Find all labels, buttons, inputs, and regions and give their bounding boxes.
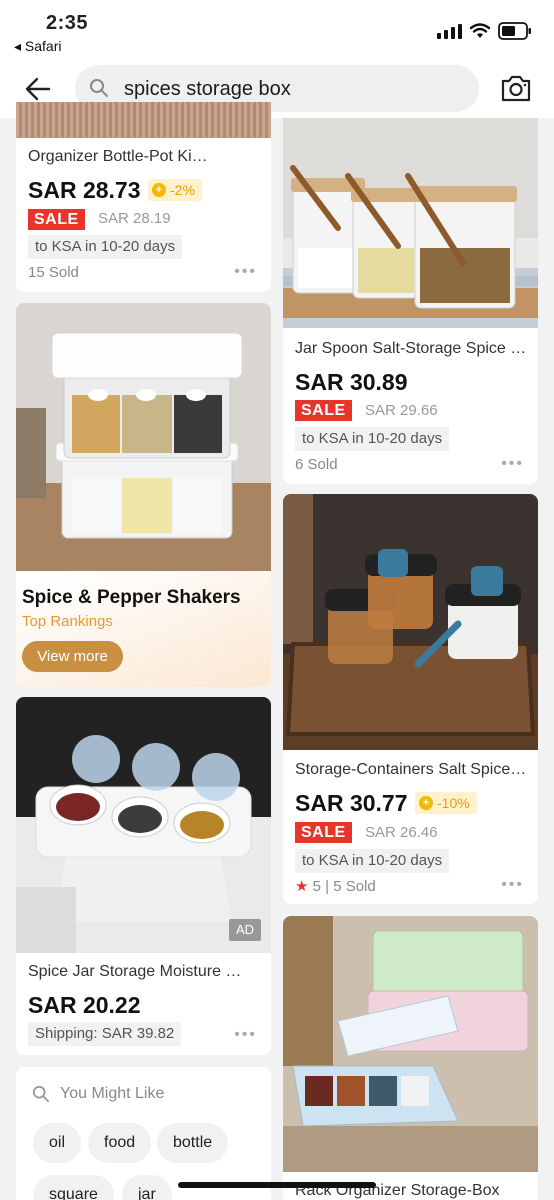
product-image bbox=[283, 494, 538, 750]
shipping-info: to KSA in 10-20 days bbox=[295, 427, 450, 451]
product-title: Organizer Bottle-Pot Kitchen bbox=[28, 148, 210, 165]
shipping-info: Shipping: SAR 39.82 bbox=[28, 1022, 182, 1046]
suggestion-chip[interactable]: jar bbox=[122, 1175, 172, 1200]
promo-card[interactable]: Spice & Pepper Shakers Top Rankings View… bbox=[16, 303, 271, 687]
old-price: SAR 29.66 bbox=[365, 402, 438, 419]
sold-count: 15 Sold bbox=[28, 264, 79, 281]
product-price: SAR 30.77 bbox=[295, 790, 408, 816]
back-arrow-icon[interactable] bbox=[22, 72, 56, 106]
search-icon bbox=[32, 1085, 50, 1103]
product-card[interactable]: AD Spice Jar Storage Moisture Proof SAR … bbox=[16, 697, 271, 1055]
coin-icon: + bbox=[419, 796, 433, 810]
rating-and-sold: ★ 5 | 5 Sold bbox=[295, 877, 376, 895]
coin-icon: + bbox=[152, 183, 166, 197]
view-more-button[interactable]: View more bbox=[22, 641, 123, 672]
suggestion-chip[interactable]: square bbox=[33, 1175, 114, 1200]
product-card[interactable]: Rack Organizer Storage-Box bbox=[283, 916, 538, 1200]
rating-value: 5 bbox=[312, 878, 321, 895]
shipping-info: to KSA in 10-20 days bbox=[28, 235, 183, 259]
suggestion-chip[interactable]: food bbox=[88, 1123, 152, 1163]
sale-badge: SALE bbox=[295, 822, 352, 843]
promo-subtitle: Top Rankings bbox=[22, 613, 113, 630]
signal-icon bbox=[437, 23, 462, 39]
discount-badge: + -2% bbox=[148, 179, 202, 201]
more-options-icon[interactable]: ••• bbox=[234, 263, 257, 281]
sale-badge: SALE bbox=[28, 209, 85, 230]
more-options-icon[interactable]: ••• bbox=[234, 1026, 257, 1044]
battery-icon bbox=[498, 22, 531, 40]
old-price: SAR 26.46 bbox=[365, 824, 438, 841]
separator: | bbox=[325, 878, 334, 895]
discount-badge: + -10% bbox=[415, 792, 477, 814]
shipping-info: to KSA in 10-20 days bbox=[295, 849, 450, 873]
product-image bbox=[16, 697, 271, 953]
suggestion-chip[interactable]: bottle bbox=[157, 1123, 229, 1163]
home-indicator[interactable] bbox=[178, 1182, 376, 1188]
wifi-icon bbox=[470, 23, 490, 38]
product-price: SAR 20.22 bbox=[28, 992, 141, 1018]
product-card[interactable]: Storage-Containers Salt Spice Jar SAR 30… bbox=[283, 494, 538, 904]
star-icon: ★ bbox=[295, 878, 309, 895]
old-price: SAR 28.19 bbox=[98, 210, 171, 227]
sold-count: 5 Sold bbox=[333, 878, 376, 895]
product-image bbox=[283, 118, 538, 328]
more-options-icon[interactable]: ••• bbox=[501, 455, 524, 473]
status-icons bbox=[437, 22, 532, 40]
suggestion-chip[interactable]: oil bbox=[33, 1123, 82, 1163]
ad-tag: AD bbox=[229, 919, 261, 941]
product-card[interactable]: Jar Spoon Salt-Storage Spice Box SAR 30.… bbox=[283, 118, 538, 484]
you-might-like-card: You Might Like oil food bottle square ja… bbox=[16, 1067, 271, 1200]
status-bar: 2:35 ◂ Safari bbox=[0, 0, 554, 60]
spice-box-image bbox=[16, 303, 271, 571]
clock: 2:35 bbox=[46, 12, 89, 34]
you-might-like-title: You Might Like bbox=[32, 1085, 164, 1103]
more-options-icon[interactable]: ••• bbox=[501, 876, 524, 894]
product-image bbox=[283, 916, 538, 1172]
search-icon bbox=[90, 79, 108, 97]
product-image bbox=[16, 102, 271, 138]
product-title: Spice Jar Storage Moisture Proof bbox=[28, 963, 250, 980]
product-title: Jar Spoon Salt-Storage Spice Box bbox=[295, 340, 527, 357]
sold-count: 6 Sold bbox=[295, 456, 338, 473]
promo-title: Spice & Pepper Shakers bbox=[22, 587, 241, 608]
product-price: SAR 28.73 bbox=[28, 177, 141, 203]
back-to-safari[interactable]: ◂ Safari bbox=[14, 38, 62, 55]
product-title: Storage-Containers Salt Spice Jar bbox=[295, 761, 527, 778]
product-card[interactable]: Organizer Bottle-Pot Kitchen SAR 28.73 +… bbox=[16, 102, 271, 292]
camera-icon[interactable] bbox=[500, 73, 532, 103]
search-query: spices storage box bbox=[124, 78, 291, 100]
product-price: SAR 30.89 bbox=[295, 369, 408, 395]
sale-badge: SALE bbox=[295, 400, 352, 421]
